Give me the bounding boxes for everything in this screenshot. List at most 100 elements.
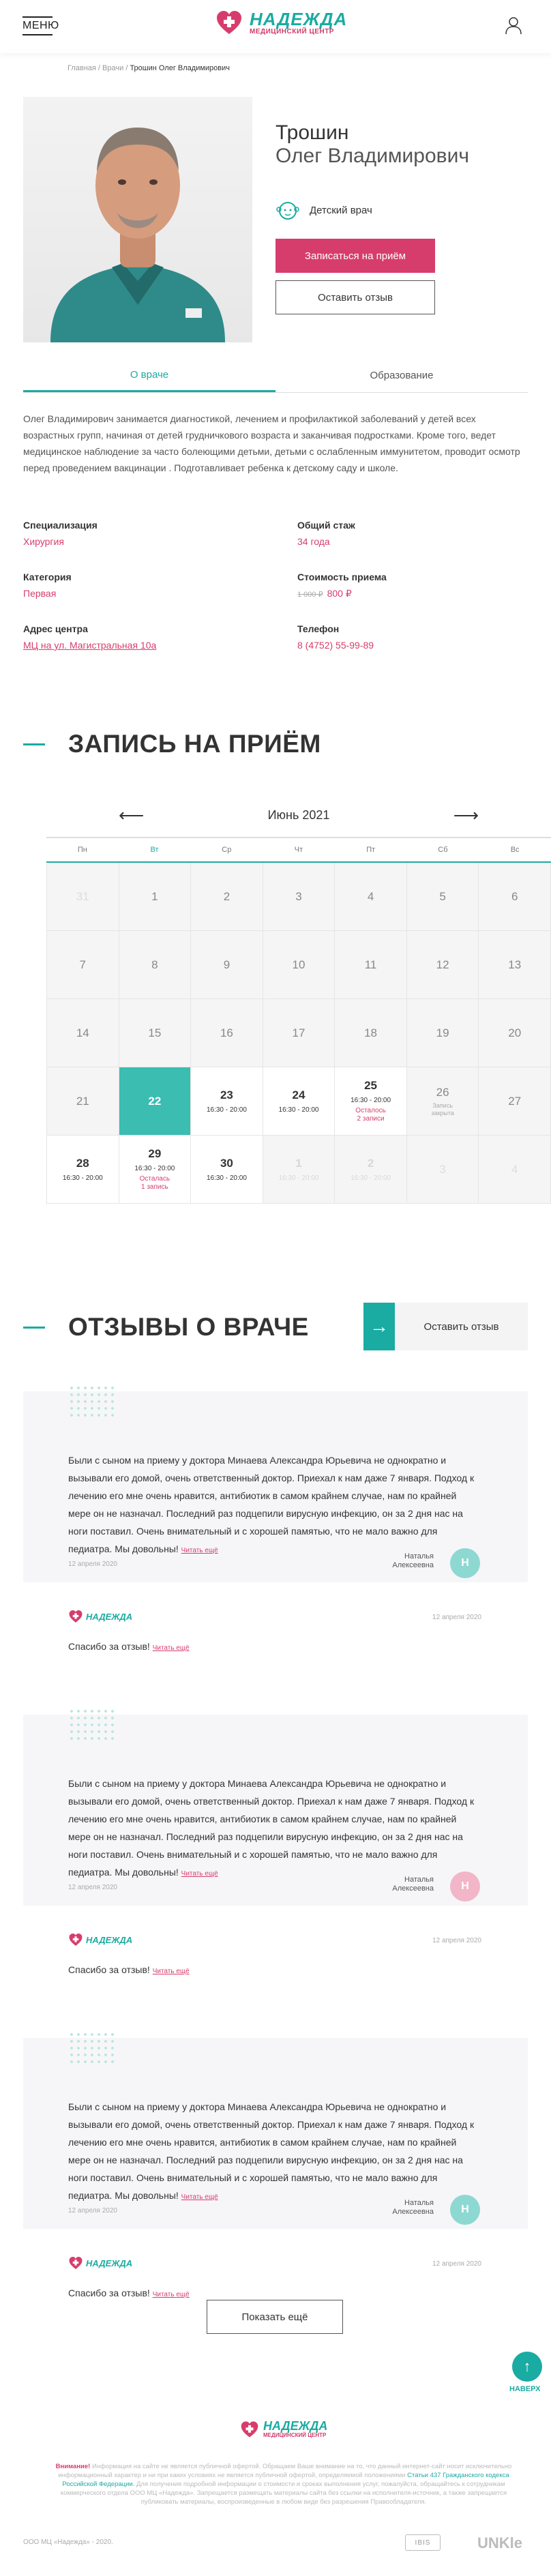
review-body: Были с сыном на приему у доктора Минаева…	[68, 1778, 475, 1878]
avatar: Н	[450, 1548, 480, 1578]
developer-badge[interactable]: IBIS	[405, 2534, 441, 2551]
review-date: 12 апреля 2020	[68, 1560, 117, 1568]
avatar: Н	[450, 1871, 480, 1901]
menu-button[interactable]: МЕНЮ	[23, 16, 59, 35]
day-number: 9	[223, 958, 230, 971]
calendar-day[interactable]: 29 16:30 - 20:00 Осталась 1 запись	[119, 1136, 192, 1204]
read-more-link[interactable]: Читать ещё	[153, 1644, 190, 1652]
phone-link[interactable]: 8 (4752) 55-99-89	[297, 640, 374, 651]
breadcrumb-doctors[interactable]: Врачи	[102, 64, 123, 72]
site-header: МЕНЮ НАДЕЖДА МЕДИЦИНСКИЙ ЦЕНТР	[0, 0, 551, 53]
doctor-first-names: Олег Владимирович	[276, 145, 470, 167]
day-number: 11	[364, 958, 377, 971]
site-logo[interactable]: НАДЕЖДА МЕДИЦИНСКИЙ ЦЕНТР	[215, 10, 347, 35]
show-more-button[interactable]: Показать ещё	[207, 2300, 343, 2334]
day-number: 10	[292, 958, 306, 971]
booking-closed-note: Запись закрыта	[431, 1101, 454, 1116]
review-text: Были с сыном на приему у доктора Минаева…	[68, 1451, 477, 1560]
read-more-link[interactable]: Читать ещё	[153, 2291, 190, 2298]
calendar-day: 18	[335, 999, 407, 1067]
user-account-icon[interactable]	[503, 15, 524, 35]
review-author: Наталья Алексеевна	[392, 2199, 434, 2216]
reply-date: 12 апреля 2020	[432, 1937, 481, 1944]
reply-body: Спасибо за отзыв!	[68, 2288, 150, 2298]
booking-title: ЗАПИСЬ НА ПРИЁМ	[68, 730, 321, 758]
review-text: Были с сыном на приему у доктора Минаева…	[68, 2098, 477, 2206]
day-number: 2	[367, 1157, 374, 1170]
day-time-range: 16:30 - 20:00	[134, 1165, 175, 1172]
menu-line-top	[23, 16, 53, 18]
day-number: 22	[148, 1094, 162, 1108]
section-accent-line	[23, 743, 45, 745]
calendar-day: 4	[335, 863, 407, 931]
day-number: 1	[295, 1157, 302, 1170]
day-number: 29	[148, 1147, 162, 1160]
calendar-day: 7	[47, 931, 119, 999]
read-more-link[interactable]: Читать ещё	[181, 1547, 218, 1554]
reply-body: Спасибо за отзыв!	[68, 1964, 150, 1975]
read-more-link[interactable]: Читать ещё	[181, 1870, 218, 1878]
review-author: Наталья Алексеевна	[392, 1552, 434, 1569]
review-body: Были с сыном на приему у доктора Минаева…	[68, 2101, 475, 2201]
calendar-day[interactable]: 30 16:30 - 20:00	[191, 1136, 263, 1204]
prev-month-arrow-icon[interactable]: ⟵	[119, 805, 144, 826]
footer-copyright: ООО МЦ «Надежда» - 2020.	[23, 2538, 113, 2546]
reply-date: 12 апреля 2020	[432, 2260, 481, 2268]
footer-logo-title: НАДЕЖДА	[263, 2419, 328, 2433]
scroll-top-icon[interactable]: ↑	[512, 2352, 542, 2382]
day-number: 6	[511, 889, 518, 903]
weekday-label: Вс	[510, 846, 520, 854]
tab-about[interactable]: О враче	[23, 359, 276, 392]
logo-title: НАДЕЖДА	[250, 8, 348, 29]
breadcrumb-home[interactable]: Главная	[68, 64, 96, 72]
weekday-label: Пн	[77, 846, 87, 854]
calendar-day[interactable]: 25 16:30 - 20:00 Осталось 2 записи	[335, 1067, 407, 1136]
developer-name[interactable]: UNKle	[477, 2534, 522, 2552]
book-appointment-button[interactable]: Записаться на приём	[276, 239, 435, 273]
weekday-label: Ср	[222, 846, 232, 854]
section-accent-line	[23, 1327, 45, 1329]
calendar-day[interactable]: 22	[119, 1067, 192, 1136]
specialty-badge: Детский врач	[276, 199, 372, 221]
phone-label: Телефон	[297, 623, 340, 634]
calendar-day: 15	[119, 999, 192, 1067]
weekday-label: Вт	[150, 846, 159, 854]
day-number: 4	[367, 889, 374, 903]
decorative-dots	[68, 1708, 116, 1742]
day-number: 12	[436, 958, 449, 971]
calendar-day[interactable]: 23 16:30 - 20:00	[191, 1067, 263, 1136]
weekday-label: Сб	[438, 846, 448, 854]
review-body: Были с сыном на приему у доктора Минаева…	[68, 1455, 475, 1554]
weekday-label: Пт	[366, 846, 376, 854]
heart-cross-icon	[217, 11, 241, 34]
doctor-last-name: Трошин	[276, 121, 349, 144]
review-text: Были с сыном на приему у доктора Минаева…	[68, 1775, 477, 1883]
tab-education[interactable]: Образование	[276, 359, 528, 392]
calendar-day: 3	[406, 1136, 479, 1204]
leave-review-link[interactable]: Оставить отзыв	[395, 1303, 528, 1350]
footer-logo[interactable]: НАДЕЖДА МЕДИЦИНСКИЙ ЦЕНТР	[240, 2420, 327, 2438]
calendar-day[interactable]: 24 16:30 - 20:00	[263, 1067, 336, 1136]
calendar-day: 14	[47, 999, 119, 1067]
scroll-top-label[interactable]: НАВЕРХ	[509, 2385, 540, 2393]
calendar-day[interactable]: 28 16:30 - 20:00	[47, 1136, 119, 1204]
arrow-right-icon[interactable]: →	[363, 1303, 395, 1350]
next-month-arrow-icon[interactable]: ⟶	[453, 805, 479, 826]
menu-line-bottom	[23, 34, 53, 35]
breadcrumb-separator: /	[95, 64, 103, 72]
read-more-link[interactable]: Читать ещё	[181, 2193, 218, 2201]
day-number: 24	[292, 1089, 306, 1101]
specialization-value: Хирургия	[23, 536, 64, 547]
booking-calendar: Пн Вт Ср Чт Пт Сб Вс 31 1 2 3 4 5 6 7 8 9 10 11 12 13 14 15 16…	[46, 837, 551, 1204]
baby-icon	[276, 202, 299, 220]
address-link[interactable]: МЦ на ул. Магистральная 10а	[23, 640, 156, 651]
read-more-link[interactable]: Читать ещё	[153, 1968, 190, 1975]
calendar-weekdays: Пн Вт Ср Чт Пт Сб Вс	[46, 838, 551, 863]
calendar-header: ⟵ Июнь 2021 ⟶	[46, 793, 551, 837]
specialty-label: Детский врач	[310, 204, 372, 216]
breadcrumb-current: Трошин Олег Владимирович	[130, 64, 230, 72]
review-card: Были с сыном на приему у доктора Минаева…	[23, 2031, 528, 2229]
day-number: 16	[220, 1026, 233, 1039]
leave-review-button[interactable]: Оставить отзыв	[276, 280, 435, 314]
address-label: Адрес центра	[23, 623, 88, 634]
